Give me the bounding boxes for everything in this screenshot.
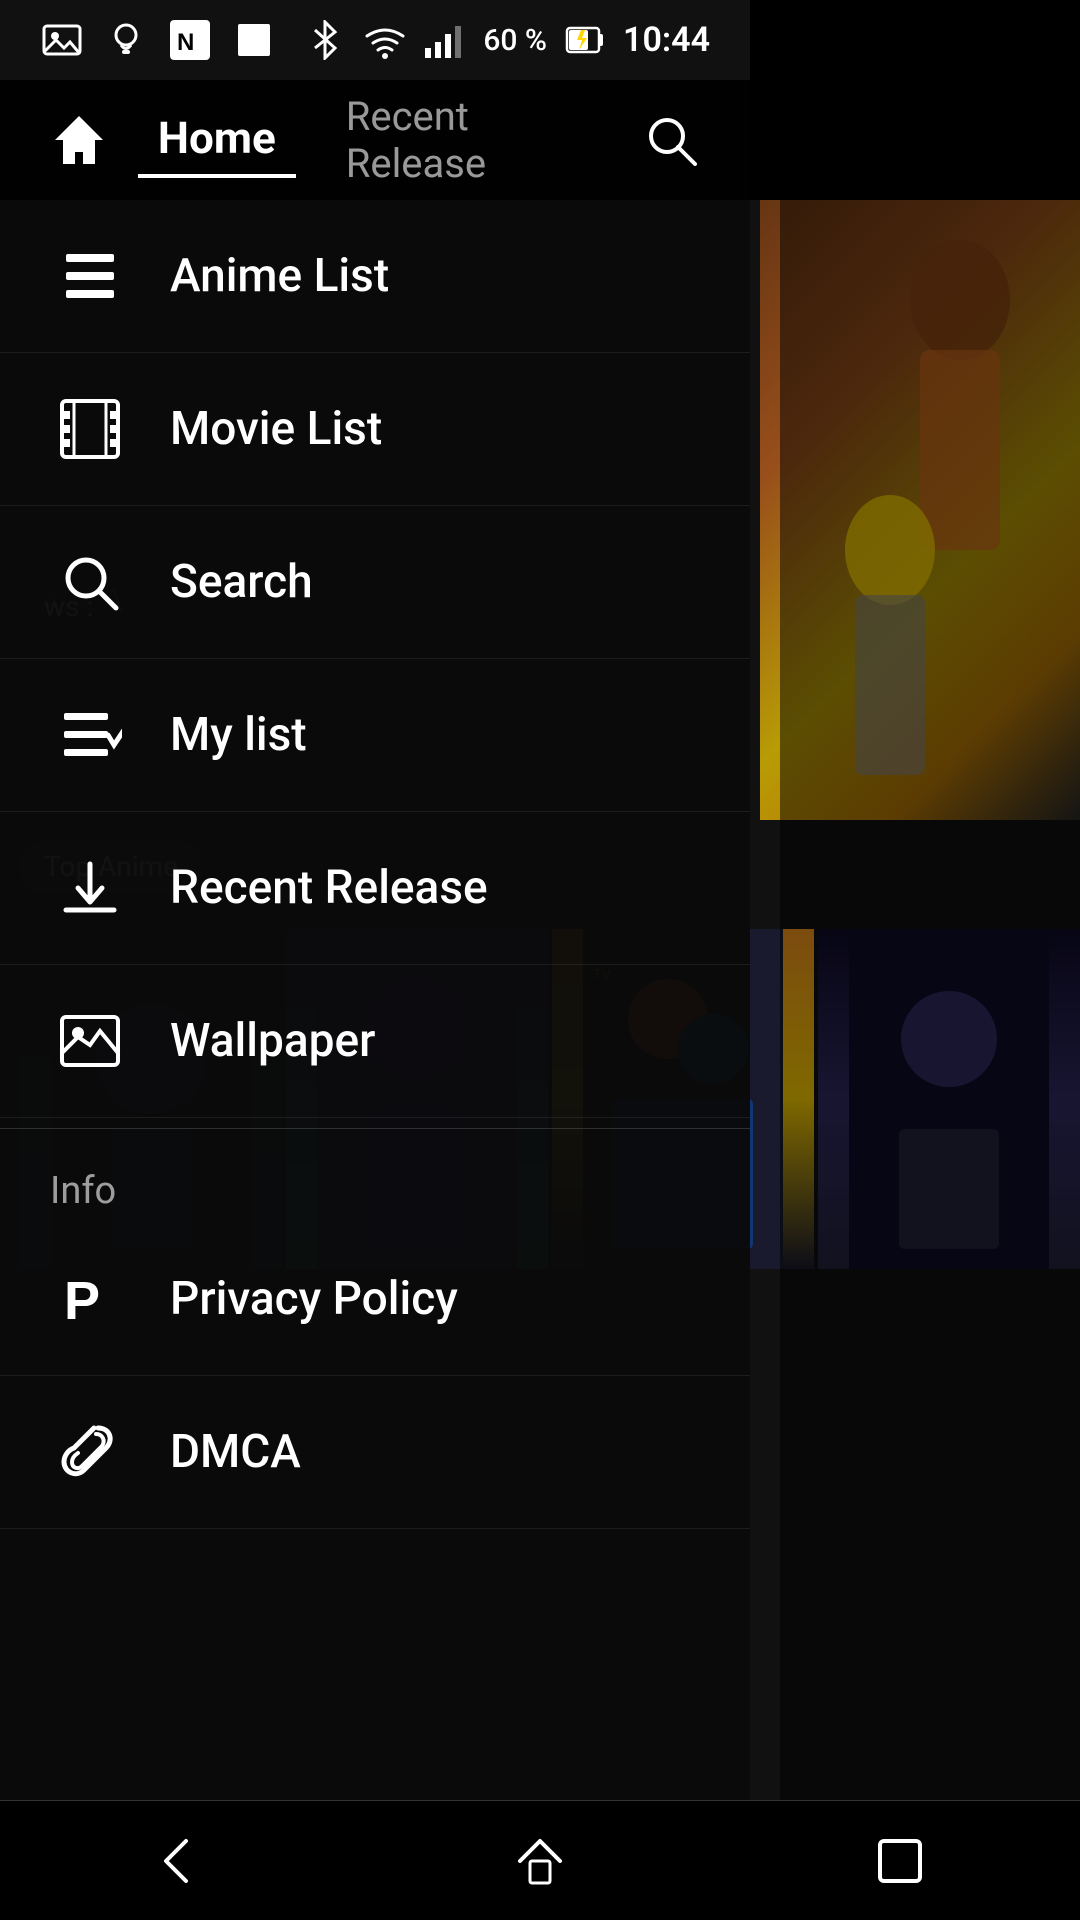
- n-icon: N: [168, 18, 212, 62]
- privacy-policy-label: Privacy Policy: [170, 1272, 458, 1326]
- battery-icon: [563, 18, 607, 62]
- drawer-backdrop[interactable]: [780, 0, 1080, 1920]
- search-button[interactable]: [632, 100, 710, 180]
- divider: [0, 1128, 750, 1129]
- search-label: Search: [170, 555, 313, 609]
- list-icon: [50, 236, 130, 316]
- dmca-label: DMCA: [170, 1425, 301, 1479]
- menu-item-anime-list[interactable]: Anime List: [0, 200, 750, 353]
- bluetooth-icon: [303, 18, 347, 62]
- back-button[interactable]: [120, 1821, 240, 1901]
- svg-text:N: N: [177, 29, 194, 56]
- menu-item-privacy-policy[interactable]: P Privacy Policy: [0, 1223, 750, 1376]
- menu-item-recent-release[interactable]: Recent Release: [0, 812, 750, 965]
- status-icons-left: N: [40, 18, 276, 62]
- status-icons-right: 60 % 10:44: [303, 18, 710, 62]
- menu-item-dmca[interactable]: DMCA: [0, 1376, 750, 1529]
- home-button[interactable]: [480, 1821, 600, 1901]
- menu-item-my-list[interactable]: My list: [0, 659, 750, 812]
- mylist-icon: [50, 695, 130, 775]
- bulb-icon: [104, 18, 148, 62]
- menu-item-movie-list[interactable]: Movie List: [0, 353, 750, 506]
- menu-item-search[interactable]: Search: [0, 506, 750, 659]
- tab-home[interactable]: Home: [138, 102, 296, 178]
- signal-icon: [423, 18, 467, 62]
- home-icon-btn[interactable]: [40, 100, 118, 180]
- recents-button[interactable]: [840, 1821, 960, 1901]
- wifi-icon: [363, 18, 407, 62]
- wallpaper-label: Wallpaper: [170, 1014, 375, 1068]
- svg-text:P: P: [64, 1271, 100, 1331]
- time-display: 10:44: [623, 20, 710, 60]
- app-bar: Home Recent Release: [0, 80, 750, 200]
- battery-percent: 60 %: [483, 23, 547, 58]
- attach-icon: [50, 1412, 130, 1492]
- my-list-label: My list: [170, 708, 307, 762]
- wallpaper-icon: [50, 1001, 130, 1081]
- privacy-icon: P: [50, 1259, 130, 1339]
- drawer-panel: N: [0, 0, 750, 1920]
- search-icon: [50, 542, 130, 622]
- movie-list-label: Movie List: [170, 402, 382, 456]
- status-bar: N: [0, 0, 750, 80]
- menu-item-wallpaper[interactable]: Wallpaper: [0, 965, 750, 1118]
- anime-list-label: Anime List: [170, 249, 389, 303]
- bottom-nav: [0, 1800, 1080, 1920]
- film-icon: [50, 389, 130, 469]
- picture-icon: [40, 18, 84, 62]
- recent-release-label: Recent Release: [170, 861, 488, 915]
- drawer-overlay: N: [0, 0, 1080, 1920]
- download-icon: [50, 848, 130, 928]
- info-section-label: Info: [0, 1139, 750, 1223]
- tab-recent-release[interactable]: Recent Release: [326, 83, 632, 197]
- square-icon: [232, 18, 276, 62]
